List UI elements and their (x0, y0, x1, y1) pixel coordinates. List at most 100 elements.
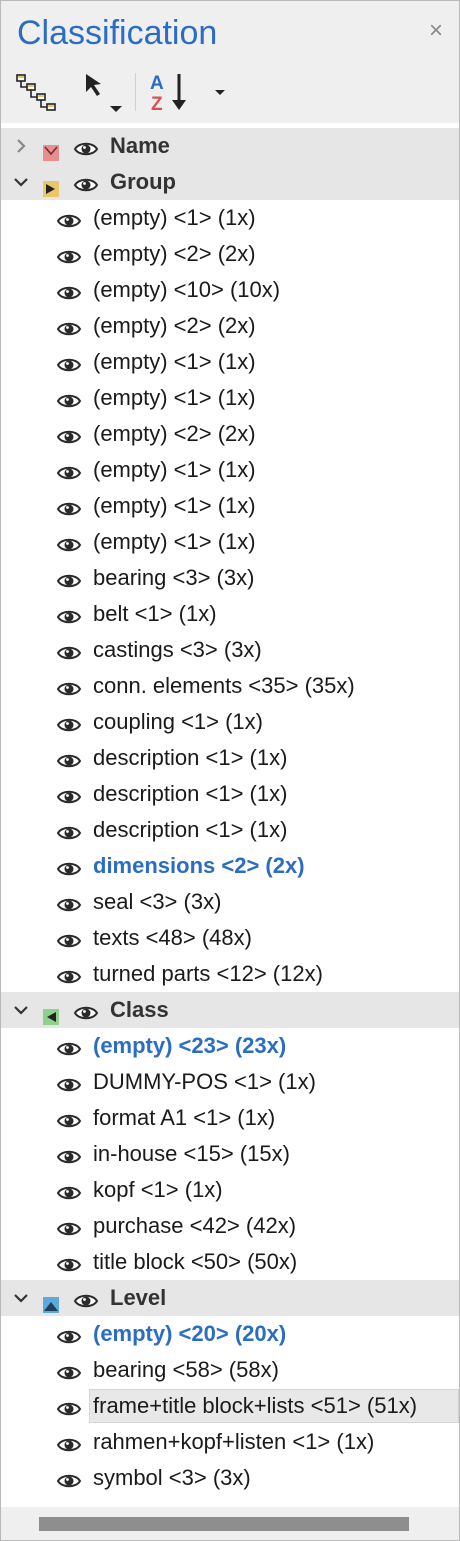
horizontal-scrollbar[interactable] (1, 1507, 459, 1540)
sort-az-icon: A Z (150, 73, 186, 115)
item-label: format A1 <1> (1x) (93, 1105, 276, 1130)
list-item[interactable]: (empty) <1> (1x) (1, 452, 459, 488)
chevron-right-icon[interactable] (11, 128, 31, 164)
item-label: bearing <3> (3x) (93, 565, 255, 590)
list-item[interactable]: (empty) <1> (1x) (1, 344, 459, 380)
item-label: purchase <42> (42x) (93, 1213, 297, 1238)
list-item[interactable]: (empty) <20> (20x) (1, 1316, 459, 1352)
list-item[interactable]: (empty) <1> (1x) (1, 200, 459, 236)
list-item[interactable]: bearing <58> (58x) (1, 1352, 459, 1388)
item-label: (empty) <20> (20x) (93, 1321, 287, 1346)
scrollbar-thumb[interactable] (39, 1517, 409, 1531)
list-item[interactable]: description <1> (1x) (1, 740, 459, 776)
item-label: (empty) <1> (1x) (93, 529, 256, 554)
item-label: (empty) <2> (2x) (93, 421, 256, 446)
list-item[interactable]: belt <1> (1x) (1, 596, 459, 632)
item-label: (empty) <23> (23x) (93, 1033, 287, 1058)
item-label: description <1> (1x) (93, 781, 288, 806)
list-item[interactable]: coupling <1> (1x) (1, 704, 459, 740)
list-item[interactable]: kopf <1> (1x) (1, 1172, 459, 1208)
chevron-down-icon[interactable] (11, 1280, 31, 1316)
item-label: symbol <3> (3x) (93, 1465, 251, 1490)
tree-structure-button[interactable] (11, 65, 61, 119)
list-item[interactable]: (empty) <1> (1x) (1, 380, 459, 416)
svg-text:Z: Z (151, 94, 163, 115)
item-label: conn. elements <35> (35x) (93, 673, 355, 698)
item-label: turned parts <12> (12x) (93, 961, 323, 986)
item-label: kopf <1> (1x) (93, 1177, 223, 1202)
item-label: bearing <58> (58x) (93, 1357, 279, 1382)
item-label: coupling <1> (1x) (93, 709, 263, 734)
group-label: Class (110, 997, 169, 1022)
item-label: frame+title block+lists <51> (51x) (93, 1393, 418, 1418)
item-label: rahmen+kopf+listen <1> (1x) (93, 1429, 375, 1454)
group-label: Level (110, 1285, 167, 1310)
list-item[interactable]: symbol <3> (3x) (1, 1460, 459, 1496)
list-item[interactable]: (empty) <1> (1x) (1, 524, 459, 560)
chevron-down-icon (215, 90, 225, 95)
list-item[interactable]: conn. elements <35> (35x) (1, 668, 459, 704)
group-row-name[interactable]: Name (1, 128, 459, 164)
group-icon (43, 172, 63, 197)
class-icon (43, 1000, 63, 1025)
group-label: Name (110, 133, 170, 158)
eye-icon[interactable] (56, 1467, 82, 1503)
panel-title: Classification (17, 14, 218, 52)
sort-az-button[interactable]: A Z (145, 65, 193, 119)
list-item[interactable]: (empty) <23> (23x) (1, 1028, 459, 1064)
svg-text:A: A (150, 73, 164, 94)
list-item[interactable]: title block <50> (50x) (1, 1244, 459, 1280)
classification-panel: Classification × A Z Name Group (empty) … (0, 0, 460, 1541)
toolbar-separator (135, 73, 136, 111)
item-label: castings <3> (3x) (93, 637, 262, 662)
chevron-down-icon[interactable] (11, 164, 31, 200)
pointer-arrow-icon (86, 74, 122, 112)
list-item[interactable]: frame+title block+lists <51> (51x) (1, 1388, 459, 1424)
list-item[interactable]: (empty) <10> (10x) (1, 272, 459, 308)
group-row-level[interactable]: Level (1, 1280, 459, 1316)
item-label: (empty) <1> (1x) (93, 205, 256, 230)
list-item[interactable]: (empty) <2> (2x) (1, 308, 459, 344)
sort-options-dropdown[interactable] (207, 65, 233, 119)
item-label: (empty) <2> (2x) (93, 313, 256, 338)
list-item[interactable]: bearing <3> (3x) (1, 560, 459, 596)
list-item[interactable]: description <1> (1x) (1, 776, 459, 812)
list-item[interactable]: format A1 <1> (1x) (1, 1100, 459, 1136)
item-label: seal <3> (3x) (93, 889, 222, 914)
toolbar: A Z (1, 61, 459, 123)
list-item[interactable]: (empty) <1> (1x) (1, 488, 459, 524)
chevron-down-icon[interactable] (11, 992, 31, 1028)
list-item[interactable]: (empty) <2> (2x) (1, 416, 459, 452)
item-label: belt <1> (1x) (93, 601, 217, 626)
list-item[interactable]: in-house <15> (15x) (1, 1136, 459, 1172)
item-label: texts <48> (48x) (93, 925, 252, 950)
item-label: description <1> (1x) (93, 745, 288, 770)
list-item[interactable]: rahmen+kopf+listen <1> (1x) (1, 1424, 459, 1460)
item-label: description <1> (1x) (93, 817, 288, 842)
list-item[interactable]: seal <3> (3x) (1, 884, 459, 920)
item-label: dimensions <2> (2x) (93, 853, 305, 878)
list-item[interactable]: texts <48> (48x) (1, 920, 459, 956)
list-item[interactable]: DUMMY-POS <1> (1x) (1, 1064, 459, 1100)
panel-titlebar: Classification × (1, 1, 459, 61)
list-item[interactable]: turned parts <12> (12x) (1, 956, 459, 992)
list-item[interactable]: description <1> (1x) (1, 812, 459, 848)
list-item[interactable]: purchase <42> (42x) (1, 1208, 459, 1244)
list-item[interactable]: dimensions <2> (2x) (1, 848, 459, 884)
close-icon[interactable]: × (429, 17, 443, 45)
group-row-group[interactable]: Group (1, 164, 459, 200)
name-icon (43, 136, 63, 161)
group-label: Group (110, 169, 176, 194)
list-item[interactable]: castings <3> (3x) (1, 632, 459, 668)
tree-structure-icon (16, 74, 56, 111)
list-item[interactable]: (empty) <2> (2x) (1, 236, 459, 272)
level-icon (43, 1288, 63, 1313)
select-pointer-button[interactable] (77, 65, 127, 119)
item-label: (empty) <1> (1x) (93, 493, 256, 518)
item-label: (empty) <10> (10x) (93, 277, 281, 302)
item-label: title block <50> (50x) (93, 1249, 298, 1274)
group-row-class[interactable]: Class (1, 992, 459, 1028)
item-label: DUMMY-POS <1> (1x) (93, 1069, 316, 1094)
item-label: in-house <15> (15x) (93, 1141, 290, 1166)
item-label: (empty) <2> (2x) (93, 241, 256, 266)
